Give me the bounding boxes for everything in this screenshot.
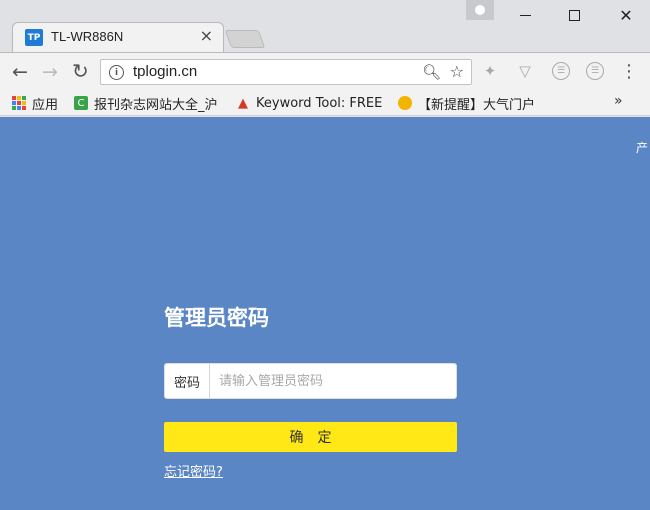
menu-dots-icon[interactable]: ⋮ — [620, 61, 638, 82]
bookmark-item[interactable]: C 报刊杂志网站大全_沪 — [74, 94, 224, 112]
bookmark-label: 报刊杂志网站大全_沪 — [94, 97, 218, 113]
bookmarks-overflow-icon[interactable]: » — [614, 93, 623, 109]
bookmark-item[interactable]: ▲ Keyword Tool: FREE — [236, 94, 382, 112]
bookmark-apps-label: 应用 — [32, 97, 59, 113]
password-label: 密码 — [165, 364, 210, 398]
confirm-button[interactable]: 确定 — [164, 422, 457, 452]
bookmark-apps[interactable]: 应用 — [12, 94, 64, 112]
info-icon[interactable]: i — [109, 65, 124, 80]
bookmarks-bar: 应用 C 报刊杂志网站大全_沪 ▲ Keyword Tool: FREE 【新提… — [0, 90, 650, 116]
zoom-icon[interactable]: 🔍︎ — [422, 63, 441, 81]
password-field[interactable]: 密码 — [164, 363, 457, 399]
corner-menu-text[interactable]: 产 — [636, 139, 648, 156]
browser-tab[interactable]: TP TL-WR886N × — [12, 22, 224, 52]
router-login-page: 产 管理员密码 密码 确定 忘记密码? — [0, 117, 650, 510]
password-input[interactable] — [211, 364, 455, 398]
flame-icon: ▲ — [238, 95, 248, 111]
bell-icon — [398, 96, 412, 110]
apps-grid-icon — [12, 96, 26, 110]
extension-shield-icon[interactable]: ▽ — [516, 62, 534, 80]
bookmark-label: Keyword Tool: FREE — [256, 95, 382, 111]
tab-title: TL-WR886N — [51, 29, 124, 44]
profile-icon[interactable] — [466, 0, 494, 20]
maximize-button[interactable] — [552, 0, 596, 30]
address-bar[interactable]: i tplogin.cn 🔍︎ ☆ — [100, 59, 472, 85]
extension-leaf-icon[interactable]: ✦ — [481, 62, 499, 80]
tp-favicon-icon: TP — [25, 29, 43, 46]
extension-circle-icon-2[interactable]: ☰ — [586, 62, 604, 80]
new-tab-button[interactable] — [224, 30, 266, 48]
tab-strip: TP TL-WR886N × ✕ — [0, 0, 650, 58]
page-title: 管理员密码 — [164, 306, 269, 330]
browser-toolbar: ← → ↻ i tplogin.cn 🔍︎ ☆ ✦ ▽ ☰ ☰ ⋮ — [0, 52, 650, 90]
url-text[interactable]: tplogin.cn — [133, 63, 197, 80]
tab-close-icon[interactable]: × — [200, 26, 213, 45]
forward-arrow-icon[interactable]: → — [42, 61, 58, 83]
back-arrow-icon[interactable]: ← — [12, 61, 28, 83]
close-window-button[interactable]: ✕ — [604, 0, 648, 30]
forgot-password-link[interactable]: 忘记密码? — [164, 461, 223, 480]
bookmark-star-icon[interactable]: ☆ — [450, 62, 464, 81]
bookmark-label: 【新提醒】大气门户 — [418, 97, 536, 113]
extension-circle-icon[interactable]: ☰ — [552, 62, 570, 80]
minimize-button[interactable] — [503, 0, 547, 30]
bookmark-item[interactable]: 【新提醒】大气门户 — [398, 94, 544, 112]
c-logo-icon: C — [74, 96, 88, 110]
reload-icon[interactable]: ↻ — [72, 59, 89, 83]
